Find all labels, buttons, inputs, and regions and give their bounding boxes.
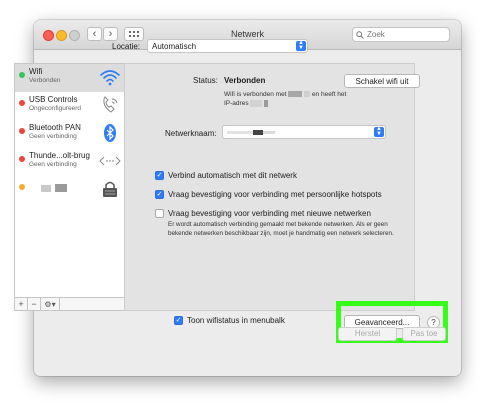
phone-icon bbox=[103, 96, 118, 113]
redacted-network bbox=[304, 91, 311, 98]
redacted-name bbox=[41, 185, 51, 192]
service-status: Verbonden bbox=[29, 77, 61, 84]
remove-service-button[interactable]: − bbox=[28, 298, 41, 310]
service-list[interactable]: Wifi Verbonden USB Controls Ongeconfigur… bbox=[14, 63, 125, 298]
redacted-network-name bbox=[227, 131, 253, 134]
status-dot bbox=[19, 72, 25, 78]
updown-arrows-icon: ▲ ▼ bbox=[296, 40, 306, 51]
location-select[interactable]: Automatisch ▲ ▼ bbox=[147, 39, 308, 53]
search-field[interactable] bbox=[352, 27, 450, 42]
status-description: Wifi is verbonden met en heeft het IP-ad… bbox=[224, 90, 389, 108]
hotspot-prompt-checkbox[interactable]: ✓ bbox=[155, 190, 164, 199]
wifi-icon bbox=[100, 70, 120, 86]
gear-menu-button[interactable]: ⚙▾ bbox=[41, 298, 60, 310]
status-dot bbox=[19, 156, 25, 162]
service-item-bluetooth-pan[interactable]: Bluetooth PAN Geen verbinding bbox=[15, 120, 124, 148]
status-label: Status: bbox=[193, 76, 218, 85]
service-list-toolbar: + − ⚙▾ bbox=[14, 298, 125, 311]
redacted-ip bbox=[264, 99, 269, 107]
redacted-network-name bbox=[253, 130, 263, 135]
network-name-select[interactable]: ▲ ▼ bbox=[222, 125, 386, 139]
auto-join-checkbox[interactable]: ✓ bbox=[155, 171, 164, 180]
status-desc-part: en heeft het bbox=[311, 91, 347, 98]
bluetooth-icon bbox=[104, 124, 116, 142]
service-name: Bluetooth PAN bbox=[29, 123, 81, 132]
new-network-prompt-label: Vraag bevestiging voor verbinding met ni… bbox=[168, 209, 371, 218]
show-wifi-status-label: Toon wifistatus in menubalk bbox=[187, 316, 285, 325]
service-name: Wifi bbox=[29, 67, 43, 76]
service-status: Ongeconfigureerd bbox=[29, 105, 82, 112]
service-status: Geen verbinding bbox=[29, 133, 77, 140]
status-desc-part: IP-adres bbox=[224, 100, 249, 107]
service-name: USB Controls bbox=[29, 95, 78, 104]
hotspot-prompt-label: Vraag bevestiging voor verbinding met pe… bbox=[168, 190, 382, 199]
redacted-name bbox=[55, 184, 67, 192]
service-name: Thunde...olt-brug bbox=[29, 151, 90, 160]
network-name-label: Netwerknaam: bbox=[165, 129, 217, 138]
location-label: Locatie: bbox=[112, 42, 141, 51]
search-icon bbox=[356, 30, 364, 39]
status-dot bbox=[19, 100, 25, 106]
redacted-ip bbox=[250, 99, 263, 107]
turn-wifi-off-button[interactable]: Schakel wifi uit bbox=[344, 74, 420, 88]
service-status: Geen verbinding bbox=[29, 161, 77, 168]
status-dot bbox=[19, 184, 25, 190]
redacted-network bbox=[288, 91, 303, 98]
location-value: Automatisch bbox=[152, 42, 197, 51]
vpn-lock-icon bbox=[103, 181, 117, 197]
status-dot bbox=[19, 128, 25, 134]
updown-arrows-icon: ▲ ▼ bbox=[374, 126, 384, 137]
service-item-vpn[interactable] bbox=[15, 176, 124, 204]
auto-join-label: Verbind automatisch met dit netwerk bbox=[168, 171, 297, 180]
redacted-network-name bbox=[263, 131, 275, 134]
status-value: Verbonden bbox=[224, 76, 266, 85]
auto-join-note: Er wordt automatisch verbinding gemaakt … bbox=[168, 221, 394, 237]
service-item-wifi[interactable]: Wifi Verbonden bbox=[15, 64, 124, 92]
service-item-usb-controls[interactable]: USB Controls Ongeconfigureerd bbox=[15, 92, 124, 120]
show-wifi-status-checkbox[interactable]: ✓ bbox=[174, 316, 183, 325]
apply-button[interactable]: Pas toe bbox=[402, 327, 446, 341]
search-input[interactable] bbox=[364, 30, 447, 39]
revert-button[interactable]: Herstel bbox=[338, 327, 397, 341]
service-item-thunderbolt-bridge[interactable]: Thunde...olt-brug Geen verbinding bbox=[15, 148, 124, 176]
status-desc-part: Wifi is verbonden met bbox=[224, 91, 287, 98]
thunderbolt-bridge-icon bbox=[99, 156, 121, 166]
add-service-button[interactable]: + bbox=[15, 298, 28, 310]
new-network-prompt-checkbox[interactable] bbox=[155, 209, 164, 218]
